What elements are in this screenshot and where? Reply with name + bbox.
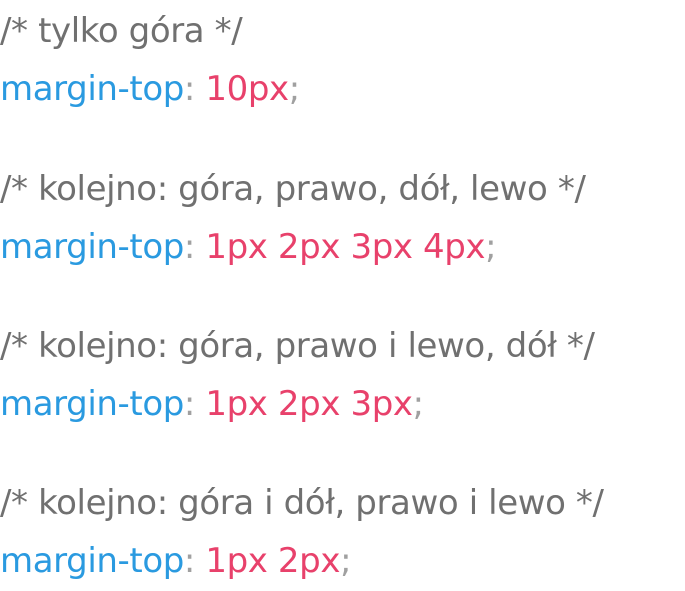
code-comment: /* kolejno: góra, prawo, dół, lewo */ [0, 169, 586, 209]
css-semicolon: ; [288, 69, 300, 109]
css-colon: : [183, 69, 195, 109]
css-value: 1px 2px 3px 4px [205, 227, 486, 267]
css-declaration: margin-top: 10px; [0, 72, 300, 106]
css-semicolon: ; [412, 384, 424, 424]
css-value: 1px 2px 3px [205, 384, 413, 424]
css-property: margin-top [0, 69, 184, 109]
css-property: margin-top [0, 227, 184, 267]
css-declaration: margin-top: 1px 2px 3px 4px; [0, 227, 497, 267]
css-semicolon: ; [340, 541, 352, 581]
css-declaration: margin-top: 1px 2px 3px; [0, 387, 424, 421]
code-comment: /* kolejno: góra i dół, prawo i lewo */ [0, 483, 604, 523]
code-comment: /* tylko góra */ [0, 11, 243, 51]
css-value: 10px [205, 69, 289, 109]
css-property: margin-top [0, 541, 184, 581]
css-property: margin-top [0, 384, 184, 424]
css-semicolon: ; [485, 227, 497, 267]
css-colon: : [183, 384, 195, 424]
css-code-block: /* tylko góra */ margin-top: 10px; /* ko… [0, 0, 685, 591]
css-value: 1px 2px [205, 541, 341, 581]
code-comment: /* kolejno: góra, prawo i lewo, dół */ [0, 326, 595, 366]
css-declaration: margin-top: 1px 2px; [0, 541, 352, 581]
css-colon: : [183, 227, 195, 267]
css-colon: : [183, 541, 195, 581]
